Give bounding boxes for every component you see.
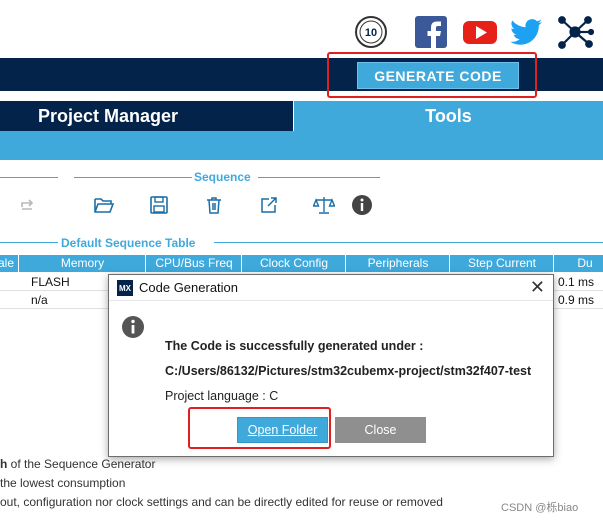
- network-icon[interactable]: [556, 14, 594, 50]
- top-icon-strip: 10: [0, 0, 603, 58]
- dialog-message: The Code is successfully generated under…: [165, 339, 424, 353]
- dialog-title: Code Generation: [139, 280, 239, 295]
- code-generation-dialog: MX Code Generation ✕ The Code is success…: [108, 274, 554, 457]
- column-header-clock-config[interactable]: Clock Config: [243, 255, 346, 272]
- tab-project-manager[interactable]: Project Manager: [0, 101, 293, 131]
- column-header-scale[interactable]: ale: [0, 255, 19, 272]
- column-header-memory[interactable]: Memory: [20, 255, 146, 272]
- table-header: ale Memory CPU/Bus Freq Clock Config Per…: [0, 255, 603, 272]
- sequence-divider-mid: [74, 177, 194, 178]
- description-line-1: h of the Sequence Generator: [0, 457, 155, 471]
- open-folder-icon[interactable]: [92, 193, 116, 217]
- anniversary-badge-icon[interactable]: 10: [354, 14, 388, 50]
- export-icon[interactable]: [257, 193, 281, 217]
- facebook-icon[interactable]: [414, 14, 448, 50]
- table-row-1-duration[interactable]: 0.1 ms: [558, 275, 594, 289]
- column-header-peripherals[interactable]: Peripherals: [347, 255, 450, 272]
- description-line-2: the lowest consumption: [0, 476, 126, 490]
- youtube-icon[interactable]: [462, 14, 498, 50]
- description-line-1-text: of the Sequence Generator: [7, 457, 156, 471]
- table-row-2-memory[interactable]: n/a: [31, 293, 48, 307]
- dialog-output-path: C:/Users/86132/Pictures/stm32cubemx-proj…: [165, 364, 532, 378]
- column-header-step-current[interactable]: Step Current: [451, 255, 554, 272]
- table-row-1-memory[interactable]: FLASH: [31, 275, 70, 289]
- sequence-section-title: Sequence: [192, 170, 253, 184]
- tab-tools[interactable]: Tools: [294, 101, 603, 131]
- info-icon[interactable]: [350, 193, 374, 217]
- twitter-icon[interactable]: [510, 14, 544, 50]
- table-divider-left: [0, 242, 58, 243]
- sequence-divider-right: [258, 177, 380, 178]
- tools-subbar: [0, 131, 603, 160]
- sequence-divider-left: [0, 177, 58, 178]
- mx-logo-icon: MX: [117, 280, 133, 296]
- default-sequence-table-title: Default Sequence Table: [59, 236, 198, 250]
- column-header-cpu-bus-freq[interactable]: CPU/Bus Freq: [147, 255, 242, 272]
- column-header-duration[interactable]: Du: [555, 255, 603, 272]
- watermark: CSDN @栎biao: [501, 502, 579, 514]
- table-row-2-duration[interactable]: 0.9 ms: [558, 293, 594, 307]
- dialog-project-language: Project language : C: [165, 389, 279, 403]
- delete-icon[interactable]: [202, 193, 226, 217]
- description-line-3: out, configuration nor clock settings an…: [0, 495, 443, 509]
- annotation-highlight-open-folder: [188, 407, 331, 449]
- close-button[interactable]: Close: [335, 417, 426, 443]
- dialog-title-bar[interactable]: MX Code Generation ✕: [109, 275, 553, 301]
- annotation-highlight-generate: [327, 52, 537, 98]
- table-divider-right: [214, 242, 603, 243]
- badge-number: 10: [365, 27, 377, 39]
- save-icon[interactable]: [147, 193, 171, 217]
- redo-icon[interactable]: [16, 193, 40, 217]
- dialog-info-icon: [122, 316, 144, 338]
- balance-icon[interactable]: [312, 193, 336, 217]
- dialog-close-icon[interactable]: ✕: [530, 277, 545, 297]
